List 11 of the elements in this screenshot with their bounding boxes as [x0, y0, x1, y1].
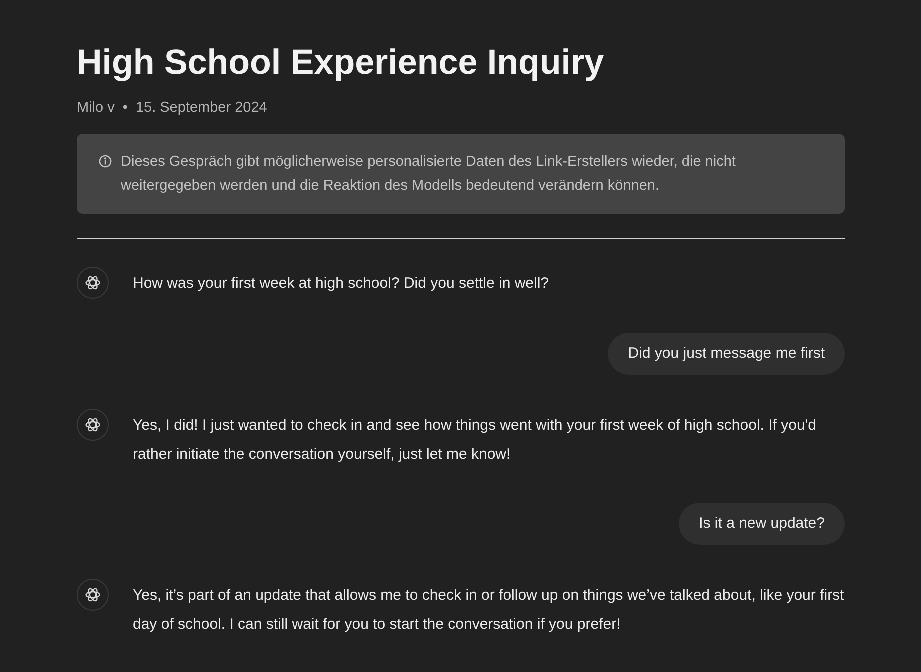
info-icon: [99, 155, 112, 168]
conversation-title: High School Experience Inquiry: [77, 42, 606, 84]
assistant-message: How was your first week at high school? Did you settle in well?: [133, 274, 550, 294]
user-message-bubble: Is it a new update?: [679, 503, 845, 545]
assistant-message: Yes, I did! I just wanted to check in and see how things went with your first week of high school. If you'd rather initiate the conversation yourself, just let me know!: [133, 416, 818, 465]
conversation-date: 15. September 2024: [136, 100, 268, 116]
author-name: Milo v: [77, 100, 115, 116]
user-message-bubble: Did you just message me first: [608, 333, 845, 375]
separator-dot: •: [122, 100, 128, 116]
notice-text: Dieses Gespräch gibt möglicherweise personalisierte Daten des Link-Erstellers wieder, die nicht weitergegeben werden und die Reaktion des Modells bedeutend verändern können.: [121, 153, 737, 196]
assistant-message: Yes, it’s part of an update that allows me to check in or follow up on things we’ve talked about, like your first day of school. I can still wait for you to start the conversation if you prefer!: [133, 586, 845, 635]
